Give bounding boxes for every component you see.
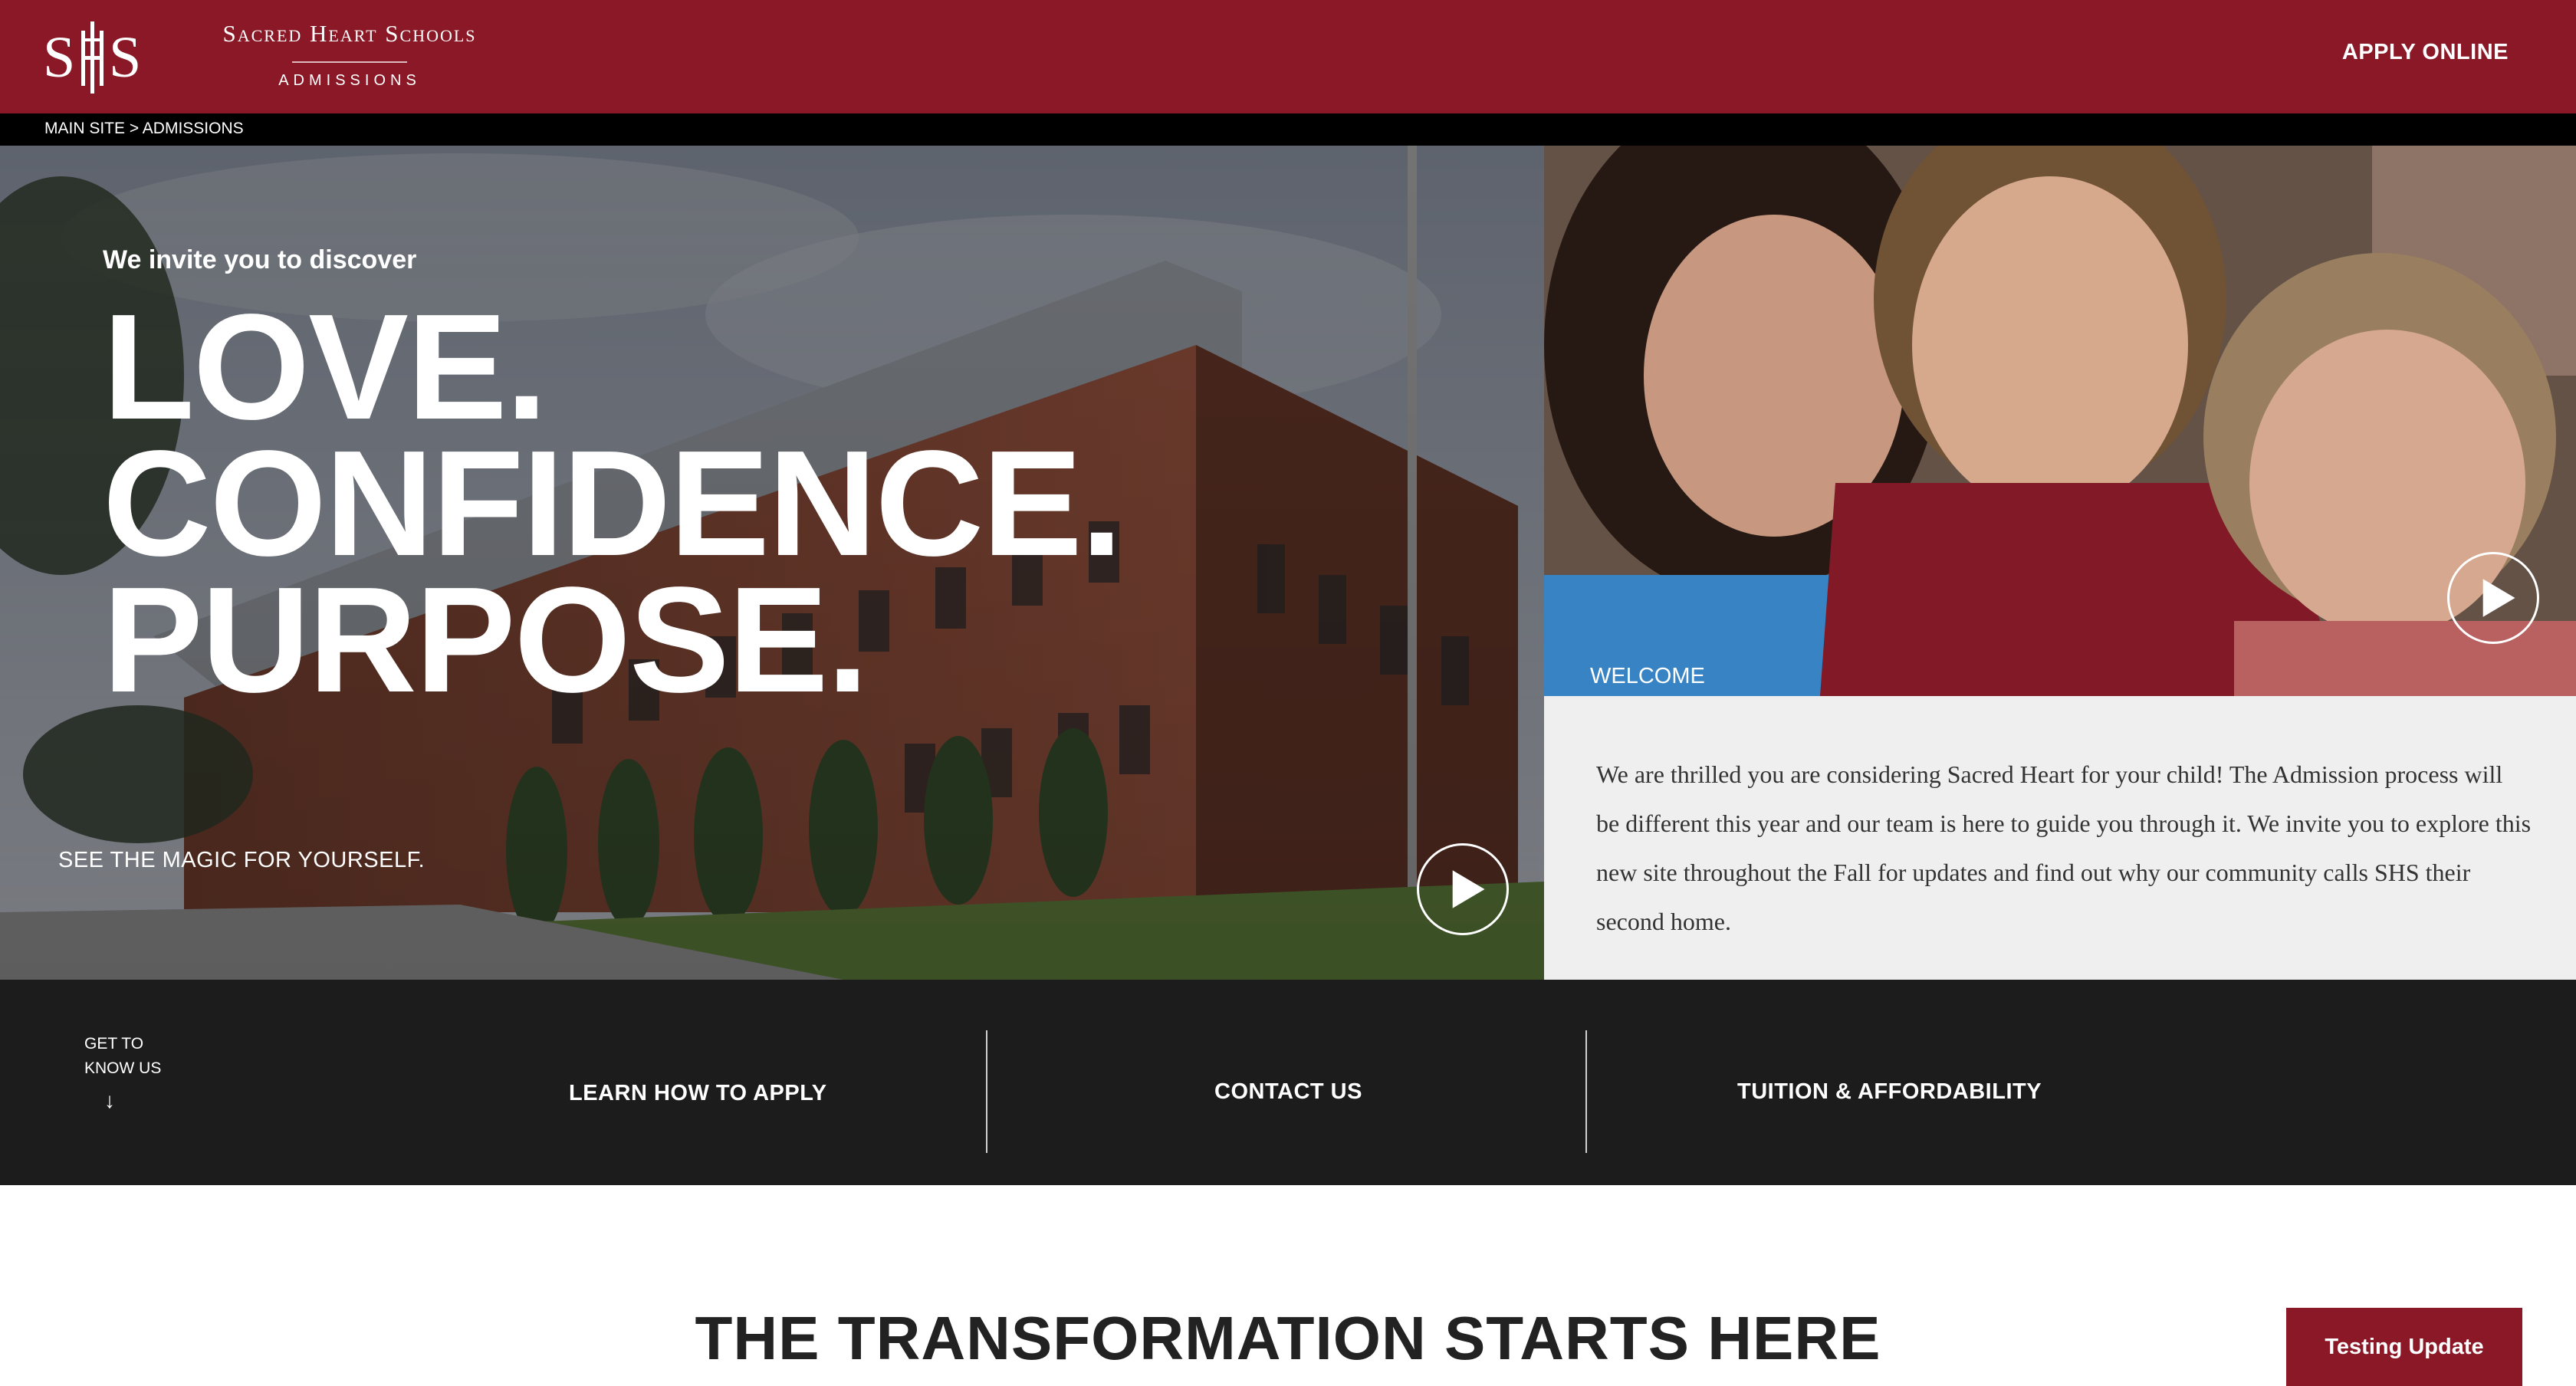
headline-purpose: PURPOSE. — [103, 556, 869, 724]
get-to-know-us-link[interactable]: GET TO KNOW US ↓ — [84, 1032, 161, 1113]
welcome-box: We are thrilled you are considering Sacr… — [1544, 696, 2576, 980]
logo[interactable]: S S — [43, 20, 158, 94]
play-video-button[interactable] — [1417, 843, 1509, 935]
hero-headline: LOVE. CONFIDENCE. PURPOSE. — [103, 283, 1122, 724]
divider — [1585, 1030, 1587, 1153]
students-photo — [1544, 146, 2576, 696]
tuition-affordability-link[interactable]: TUITION & AFFORDABILITY — [1737, 1079, 2042, 1105]
breadcrumb[interactable]: MAIN SITE > ADMISSIONS — [44, 120, 244, 138]
get-to-know-line-2: KNOW US — [84, 1059, 162, 1077]
get-to-know-line-1: GET TO — [84, 1035, 144, 1053]
logo-divider — [292, 61, 407, 63]
welcome-label: WELCOME — [1590, 664, 1705, 688]
apply-online-link[interactable]: APPLY ONLINE — [2342, 40, 2509, 65]
breadcrumb-bar: MAIN SITE > ADMISSIONS — [0, 113, 2576, 146]
arrow-down-icon: ↓ — [104, 1089, 115, 1112]
see-magic-text: SEE THE MAGIC FOR YOURSELF. — [58, 848, 426, 872]
divider — [986, 1030, 987, 1153]
school-name: Sacred Heart Schools — [222, 20, 477, 47]
welcome-video[interactable]: WELCOME — [1544, 146, 2576, 696]
svg-text:S: S — [109, 25, 141, 90]
play-welcome-video-button[interactable] — [2447, 552, 2539, 644]
site-header: S S Sacred Heart Schools ADMISSIONS APPL… — [0, 0, 2576, 113]
headline-love: LOVE. — [103, 283, 547, 451]
logo-subtitle: ADMISSIONS — [278, 72, 421, 89]
hero-invite-text: We invite you to discover — [103, 245, 417, 274]
testing-update-button[interactable]: Testing Update — [2286, 1308, 2522, 1386]
svg-text:S: S — [43, 25, 75, 90]
play-icon — [2482, 579, 2515, 617]
play-icon — [1452, 870, 1485, 908]
quick-links-bar: GET TO KNOW US ↓ LEARN HOW TO APPLY CONT… — [0, 980, 2576, 1185]
hero-campus-video[interactable]: We invite you to discover LOVE. CONFIDEN… — [0, 146, 1544, 980]
contact-us-link[interactable]: CONTACT US — [1214, 1079, 1362, 1105]
shs-monogram-logo: S S — [43, 20, 158, 94]
welcome-text: We are thrilled you are considering Sacr… — [1596, 760, 2532, 935]
headline-confidence: CONFIDENCE. — [103, 419, 1122, 587]
logo-text: Sacred Heart Schools ADMISSIONS — [189, 20, 511, 90]
learn-how-to-apply-link[interactable]: LEARN HOW TO APPLY — [569, 1081, 827, 1106]
section-title: THE TRANSFORMATION STARTS HERE — [695, 1304, 1881, 1372]
